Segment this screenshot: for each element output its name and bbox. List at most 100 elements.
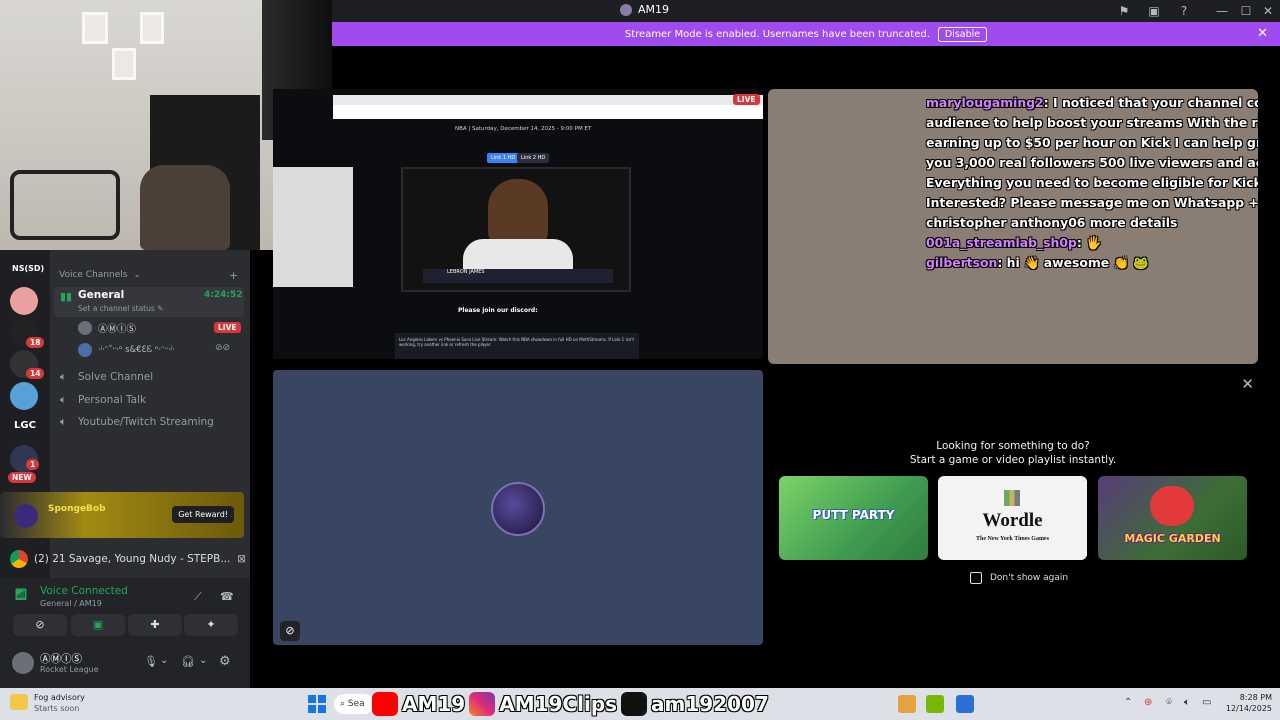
- promo-banner[interactable]: SpongeBob Get Reward!: [0, 492, 244, 538]
- channel-youtube-twitch[interactable]: 🔈︎ Youtube/Twitch Streaming: [60, 415, 214, 429]
- social-handles-overlay: AM19 AM19Clips am192007: [372, 688, 769, 720]
- channel-solve[interactable]: 🔈︎ Solve Channel: [60, 370, 153, 384]
- close-activity-icon[interactable]: ✕: [1241, 375, 1254, 393]
- voice-member[interactable]: ·ʲ·ᵔ˅ᵕ·ᵒ ꜱ&€ƐᏋ ᵒ·ᵔᵕ·ʲ·: [78, 343, 175, 357]
- chat-message: 001a_streamlab_sh0p: 🖐: [926, 235, 1102, 250]
- settings-gear-icon[interactable]: ⚙︎: [219, 654, 231, 669]
- chat-message: Everything you need to become eligible f…: [926, 175, 1258, 190]
- now-playing[interactable]: (2) 21 Savage, Young Nudy - STEPB... ⊠: [10, 546, 246, 572]
- muted-camera-icon[interactable]: ⊘: [280, 621, 300, 641]
- microphone-icon[interactable]: 🎙︎: [144, 655, 158, 668]
- activities-button[interactable]: ✚: [128, 614, 182, 636]
- new-badge: NEW: [8, 472, 36, 483]
- chevron-down-icon[interactable]: ⌄: [199, 655, 207, 666]
- live-badge: LIVE: [214, 322, 241, 333]
- clock-date: 12/14/2025: [1225, 704, 1272, 713]
- instagram-icon: [469, 692, 496, 716]
- signal-icon[interactable]: 📶︎: [14, 588, 28, 601]
- taskbar-search[interactable]: ⌕ Sea: [334, 694, 374, 714]
- window-title: AM19: [620, 3, 669, 16]
- tray-app-icon[interactable]: ⊛: [1144, 697, 1152, 708]
- voice-location: General / AM19: [40, 599, 102, 608]
- window-title-text: AM19: [638, 3, 670, 16]
- disable-button[interactable]: Disable: [937, 26, 988, 42]
- get-reward-button[interactable]: Get Reward!: [172, 506, 234, 523]
- avatar: [78, 321, 92, 335]
- dont-show-checkbox[interactable]: [970, 572, 982, 584]
- channel-personal-talk[interactable]: 🔈︎ Personal Talk: [60, 393, 146, 407]
- server-icon[interactable]: 1: [10, 445, 40, 473]
- camera-off-button[interactable]: ⊘: [13, 614, 67, 636]
- server-icon[interactable]: [10, 287, 38, 315]
- maximize-icon[interactable]: ☐: [1238, 3, 1254, 19]
- stream-tile-browser[interactable]: NBA | Saturday, December 14, 2025 - 9:00…: [273, 89, 763, 359]
- status-placeholder: Set a channel status: [78, 304, 155, 313]
- channel-status-field[interactable]: Set a channel status ✎: [78, 304, 163, 313]
- activity-card-wordle[interactable]: Wordle The New York Times Games: [938, 476, 1087, 560]
- noise-suppression-icon[interactable]: ⟋: [194, 590, 202, 604]
- activity-card-putt-party[interactable]: PUTT PARTY: [779, 476, 928, 560]
- server-icon[interactable]: [10, 382, 38, 410]
- lower-third-text: LEBRON JAMES: [447, 269, 485, 275]
- channel-name: Personal Talk: [78, 394, 147, 406]
- file-explorer-icon[interactable]: [898, 695, 916, 713]
- dont-show-again[interactable]: Don't show again: [970, 572, 1068, 584]
- activity-title-line1: Looking for something to do?: [936, 440, 1090, 452]
- voice-connected-status[interactable]: Voice Connected: [40, 585, 128, 597]
- chevron-down-icon[interactable]: ⌄: [160, 655, 168, 666]
- banner-close-icon[interactable]: ✕: [1257, 26, 1268, 41]
- activity-card-magic-garden[interactable]: MAGIC GARDEN: [1098, 476, 1247, 560]
- chat-message: Interested? Please message me on Whatsap…: [926, 195, 1258, 210]
- server-icon[interactable]: 14: [10, 350, 45, 379]
- youtube-handle: AM19: [402, 692, 466, 716]
- weather-subtitle: Starts soon: [34, 704, 80, 713]
- disconnect-icon[interactable]: ☎︎: [220, 590, 234, 603]
- dont-show-label: Don't show again: [990, 573, 1069, 583]
- soundboard-button[interactable]: ✦: [184, 614, 238, 636]
- speaker-icon: 🔈︎: [60, 415, 67, 428]
- video-player: LEBRON JAMES: [401, 167, 631, 292]
- stream-tile-chat[interactable]: marylougaming2: I noticed that your chan…: [768, 89, 1258, 364]
- member-name: ⒶⓂⒾⓈ: [98, 324, 137, 335]
- screen-share-button[interactable]: ▣: [71, 614, 125, 636]
- weather-widget[interactable]: Fog advisory Starts soon: [34, 692, 85, 714]
- user-name[interactable]: ⒶⓂⒾⓈ: [40, 651, 82, 666]
- strawberry-mascot: [1150, 486, 1194, 526]
- avatar[interactable]: [12, 652, 34, 674]
- inbox-icon[interactable]: ⚑: [1116, 3, 1132, 19]
- promo-badge-icon: [14, 504, 38, 528]
- user-avatar-icon: [620, 3, 632, 16]
- security-shield-icon[interactable]: [956, 695, 974, 713]
- add-channel-icon[interactable]: +: [229, 269, 238, 282]
- nvidia-icon[interactable]: [926, 695, 944, 713]
- screen-share-icon[interactable]: ▣: [1146, 3, 1162, 19]
- close-window-icon[interactable]: ✕: [1260, 3, 1276, 19]
- youtube-icon: [372, 692, 398, 716]
- screen-share-icon: ▣: [92, 618, 104, 631]
- browser-tab-strip: [333, 95, 763, 105]
- minimize-icon[interactable]: —: [1214, 3, 1230, 19]
- tray-chevron-icon[interactable]: ⌃: [1124, 697, 1132, 708]
- volume-icon[interactable]: 🔈︎: [1184, 697, 1190, 708]
- network-icon[interactable]: ⌾: [1166, 697, 1172, 708]
- voice-member[interactable]: ⒶⓂⒾⓈ: [78, 321, 136, 335]
- taskbar-clock[interactable]: 8:28 PM 12/14/2025: [1218, 692, 1272, 714]
- activities-icon: ✚: [150, 618, 160, 631]
- server-label-lgc[interactable]: LGC: [14, 420, 36, 431]
- chrome-icon: [10, 550, 28, 568]
- battery-icon[interactable]: ▭: [1202, 697, 1211, 708]
- speaker-icon: 🔈︎: [60, 370, 67, 383]
- stop-streaming-icon[interactable]: ⊠: [237, 553, 246, 565]
- help-icon[interactable]: ?: [1176, 3, 1192, 19]
- start-button[interactable]: [308, 695, 326, 713]
- headphones-icon[interactable]: 🎧︎: [181, 655, 195, 668]
- chat-message: christopher anthony06 more details: [926, 215, 1177, 230]
- banner-text: Streamer Mode is enabled. Usernames have…: [624, 28, 930, 40]
- user-activity: Rocket League: [40, 665, 99, 674]
- activity-title-line2: Start a game or video playlist instantly…: [909, 454, 1117, 466]
- user-tile[interactable]: ⊘: [273, 370, 763, 645]
- server-icon[interactable]: 18: [10, 319, 45, 348]
- voice-channels-category[interactable]: Voice Channels ⌄: [59, 270, 141, 280]
- weather-icon[interactable]: [10, 694, 28, 710]
- link1-button: Link 1 HD: [487, 153, 520, 163]
